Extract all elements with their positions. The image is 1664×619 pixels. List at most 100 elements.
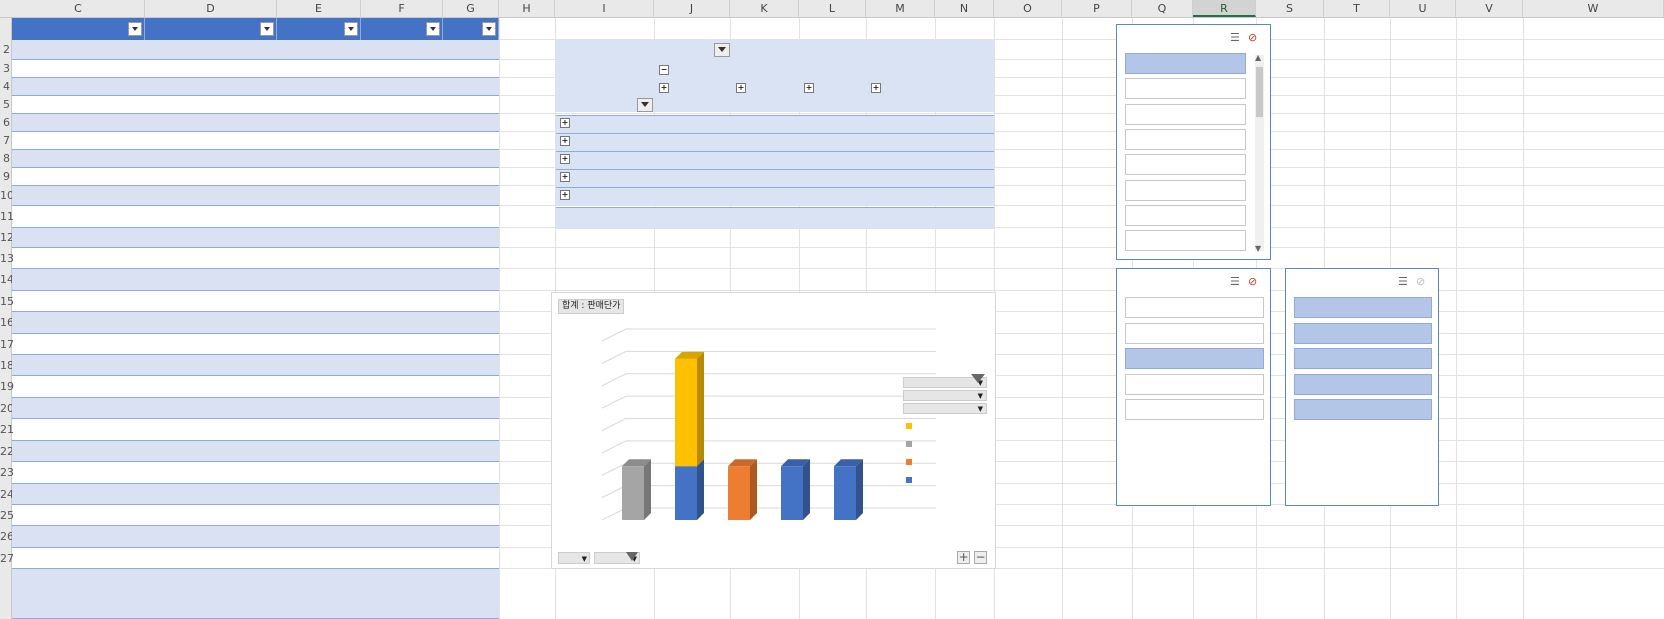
- table-row[interactable]: [12, 419, 499, 441]
- table-cell[interactable]: [145, 505, 277, 525]
- table-cell[interactable]: [361, 376, 443, 397]
- table-cell[interactable]: [361, 334, 443, 354]
- table-cell[interactable]: [277, 419, 361, 440]
- table-cell[interactable]: [12, 228, 145, 247]
- table-cell[interactable]: [145, 114, 277, 131]
- legend-field-button[interactable]: ▼: [903, 390, 987, 401]
- expand-icon[interactable]: +: [736, 83, 746, 93]
- collapse-icon[interactable]: −: [659, 65, 669, 75]
- table-row[interactable]: [12, 114, 499, 132]
- row-number[interactable]: 3: [0, 60, 12, 78]
- pivot-quarter-header[interactable]: +: [659, 81, 671, 94]
- table-cell[interactable]: [361, 462, 443, 483]
- table-cell[interactable]: [277, 132, 361, 149]
- product-slicer[interactable]: ☰ ⊘ ▲ ▼: [1116, 24, 1271, 260]
- chevron-down-icon[interactable]: ▼: [1255, 244, 1261, 253]
- row-number[interactable]: 13: [0, 248, 14, 269]
- table-row[interactable]: [12, 60, 499, 78]
- row-number[interactable]: 7: [0, 132, 12, 150]
- filter-dropdown-button[interactable]: [260, 22, 274, 36]
- table-cell[interactable]: [277, 291, 361, 311]
- chevron-down-icon[interactable]: ▼: [582, 553, 587, 565]
- row-number[interactable]: 8: [0, 150, 12, 168]
- column-header-s[interactable]: S: [1256, 0, 1324, 17]
- clear-filter-icon[interactable]: ⊘: [1248, 31, 1262, 44]
- minus-icon[interactable]: −: [974, 551, 987, 564]
- table-cell[interactable]: [12, 114, 145, 131]
- table-cell[interactable]: [443, 441, 499, 461]
- row-number[interactable]: 2: [0, 40, 12, 60]
- clear-filter-icon[interactable]: ⊘: [1248, 275, 1262, 288]
- pivot-quarter-header[interactable]: +: [804, 81, 816, 94]
- table-cell[interactable]: [12, 132, 145, 149]
- slicer-item[interactable]: [1294, 297, 1432, 318]
- table-cell[interactable]: [361, 206, 443, 227]
- table-cell[interactable]: [361, 269, 443, 290]
- table-row[interactable]: [12, 168, 499, 186]
- table-cell[interactable]: [443, 334, 499, 354]
- table-cell[interactable]: [12, 355, 145, 375]
- table-cell[interactable]: [277, 40, 361, 59]
- table-cell[interactable]: [145, 569, 277, 618]
- column-header-i[interactable]: I: [555, 0, 654, 17]
- table-cell[interactable]: [277, 78, 361, 95]
- table-cell[interactable]: [145, 355, 277, 375]
- table-cell[interactable]: [361, 78, 443, 95]
- table-cell[interactable]: [277, 206, 361, 227]
- table-cell[interactable]: [361, 168, 443, 185]
- filter-dropdown-button[interactable]: [128, 22, 142, 36]
- table-cell[interactable]: [443, 78, 499, 95]
- table-cell[interactable]: [443, 60, 499, 77]
- table-cell[interactable]: [443, 312, 499, 333]
- slicer-item[interactable]: [1125, 348, 1264, 369]
- expand-icon[interactable]: +: [871, 83, 881, 93]
- table-cell[interactable]: [277, 150, 361, 167]
- table-cell[interactable]: [12, 441, 145, 461]
- column-header-m[interactable]: M: [866, 0, 935, 17]
- branch-slicer[interactable]: ☰ ⊘: [1285, 268, 1439, 506]
- table-cell[interactable]: [443, 376, 499, 397]
- table-cell[interactable]: [443, 398, 499, 418]
- pivot-quarter-header[interactable]: +: [736, 81, 748, 94]
- column-header-w[interactable]: W: [1523, 0, 1664, 17]
- table-cell[interactable]: [12, 96, 145, 113]
- table-row[interactable]: [12, 355, 499, 376]
- pivot-chart[interactable]: 합계 : 판매단가 ▼ ▼ ▼ ▼ ▼ + −: [551, 292, 996, 569]
- multi-select-icon[interactable]: ☰: [1398, 275, 1412, 288]
- filter-dropdown-button[interactable]: [344, 22, 358, 36]
- column-header-p[interactable]: P: [1062, 0, 1132, 17]
- slicer-item[interactable]: [1294, 322, 1432, 344]
- row-number[interactable]: 12: [0, 228, 14, 248]
- expand-icon[interactable]: +: [659, 83, 669, 93]
- table-cell[interactable]: [361, 548, 443, 568]
- column-header-q[interactable]: Q: [1132, 0, 1193, 17]
- table-row[interactable]: [12, 548, 499, 569]
- table-row[interactable]: [12, 291, 499, 312]
- table-cell[interactable]: [443, 96, 499, 113]
- table-cell[interactable]: [361, 291, 443, 311]
- row-number[interactable]: 16: [0, 312, 14, 334]
- table-cell[interactable]: [145, 150, 277, 167]
- column-header-g[interactable]: G: [443, 0, 499, 17]
- table-row[interactable]: [12, 150, 499, 168]
- pivot-quarter-header[interactable]: +: [871, 81, 883, 94]
- table-cell[interactable]: [361, 114, 443, 131]
- multi-select-icon[interactable]: ☰: [1230, 31, 1244, 44]
- slicer-scrollbar[interactable]: ▲ ▼: [1255, 53, 1264, 253]
- axis-field-button[interactable]: ▼: [558, 552, 590, 564]
- row-number[interactable]: 25: [0, 505, 14, 526]
- table-cell[interactable]: [145, 40, 277, 59]
- table-cell[interactable]: [443, 291, 499, 311]
- plus-icon[interactable]: +: [957, 551, 971, 564]
- table-cell[interactable]: [145, 228, 277, 247]
- pivot-row-header[interactable]: +: [560, 116, 572, 129]
- table-cell[interactable]: [277, 96, 361, 113]
- table-cell[interactable]: [277, 526, 361, 547]
- row-number[interactable]: 10: [0, 186, 14, 206]
- table-cell[interactable]: [443, 114, 499, 131]
- slicer-item[interactable]: [1294, 373, 1432, 395]
- column-header-e[interactable]: E: [277, 0, 361, 17]
- table-cell[interactable]: [145, 269, 277, 290]
- row-number[interactable]: 23: [0, 462, 14, 484]
- slicer-item[interactable]: [1125, 154, 1246, 176]
